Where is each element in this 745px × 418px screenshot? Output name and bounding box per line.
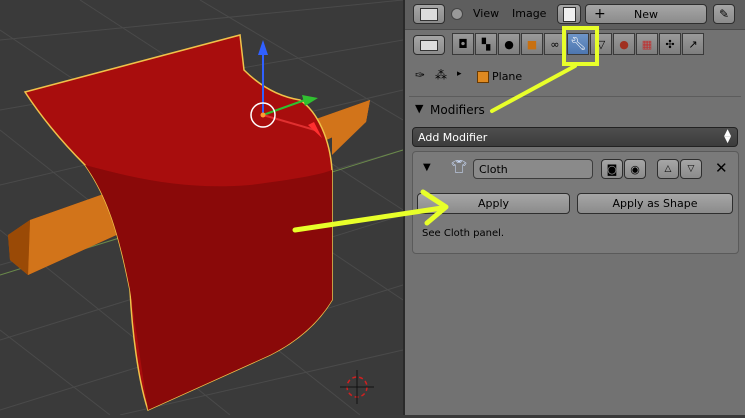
highlight-box-modifiers-tab: [562, 26, 599, 66]
annotation-arrow-to-apply: [292, 189, 449, 233]
annotation-overlay: [292, 26, 599, 233]
annotation-arrow-to-tab: [490, 64, 577, 113]
